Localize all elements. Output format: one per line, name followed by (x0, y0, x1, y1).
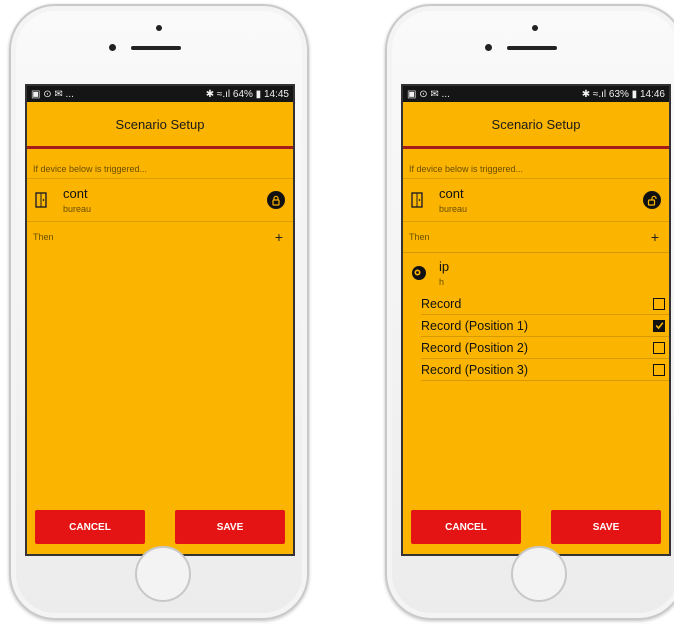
lock-open-icon[interactable] (643, 191, 661, 209)
record-option-label: Record (421, 296, 462, 311)
app: Scenario Setup If device below is trigge… (27, 102, 293, 554)
phone-left: ▣ ⊙ ✉ ... ✱ ≈.ıl 64% ▮ 14:45 Scenario Se… (9, 4, 309, 620)
then-row: Then + (403, 222, 669, 252)
page-title: Scenario Setup (491, 116, 581, 132)
screen: ▣ ⊙ ✉ ... ✱ ≈.ıl 64% ▮ 14:45 Scenario Se… (25, 84, 295, 556)
footer-buttons: CANCEL SAVE (35, 510, 285, 544)
add-action-icon[interactable]: + (275, 229, 283, 245)
screen: ▣ ⊙ ✉ ... ✱ ≈.ıl 63% ▮ 14:46 Scenario Se… (401, 84, 671, 556)
front-camera (156, 25, 162, 31)
record-option-checkbox[interactable] (653, 363, 665, 376)
action-device-row[interactable]: ip h (403, 252, 669, 293)
trigger-device-row[interactable]: cont bureau (27, 178, 293, 222)
app-header: Scenario Setup (27, 102, 293, 149)
door-icon (35, 192, 47, 208)
then-label: Then (409, 232, 430, 242)
door-icon (411, 192, 423, 208)
app-header: Scenario Setup (403, 102, 669, 149)
speaker-grille (507, 46, 557, 50)
camera-eye-icon (412, 266, 426, 280)
action-device-name: ip (439, 259, 450, 274)
status-bar: ▣ ⊙ ✉ ... ✱ ≈.ıl 63% ▮ 14:46 (403, 86, 669, 102)
page-title: Scenario Setup (115, 116, 205, 132)
then-label: Then (33, 232, 54, 242)
status-right: ✱ ≈.ıl 64% ▮ 14:45 (205, 88, 289, 100)
trigger-hint: If device below is triggered... (33, 164, 148, 174)
trigger-device-row[interactable]: cont bureau (403, 178, 669, 222)
record-option-label: Record (Position 1) (421, 318, 528, 333)
device-name: cont (63, 186, 88, 201)
status-right: ✱ ≈.ıl 63% ▮ 14:46 (581, 88, 665, 100)
add-action-icon[interactable]: + (651, 229, 659, 245)
cancel-button[interactable]: CANCEL (35, 510, 145, 544)
cancel-button[interactable]: CANCEL (411, 510, 521, 544)
record-option-checkbox[interactable] (653, 319, 665, 332)
then-row: Then + (27, 222, 293, 252)
record-option-row[interactable]: Record (421, 293, 669, 315)
trigger-hint: If device below is triggered... (409, 164, 524, 174)
save-button[interactable]: SAVE (175, 510, 285, 544)
device-room: bureau (63, 204, 92, 214)
home-button[interactable] (511, 546, 567, 602)
record-option-row[interactable]: Record (Position 1) (421, 315, 669, 337)
record-option-label: Record (Position 3) (421, 362, 528, 377)
record-option-checkbox[interactable] (653, 341, 665, 354)
check-icon (655, 322, 663, 330)
status-left-icons: ▣ ⊙ ✉ ... (407, 88, 450, 100)
save-button[interactable]: SAVE (551, 510, 661, 544)
record-option-row[interactable]: Record (Position 2) (421, 337, 669, 359)
front-sensor (109, 44, 116, 51)
device-name: cont (439, 186, 464, 201)
phone-right: ▣ ⊙ ✉ ... ✱ ≈.ıl 63% ▮ 14:46 Scenario Se… (385, 4, 674, 620)
record-option-label: Record (Position 2) (421, 340, 528, 355)
record-option-row[interactable]: Record (Position 3) (421, 359, 669, 381)
front-sensor (485, 44, 492, 51)
status-bar: ▣ ⊙ ✉ ... ✱ ≈.ıl 64% ▮ 14:45 (27, 86, 293, 102)
front-camera (532, 25, 538, 31)
footer-buttons: CANCEL SAVE (411, 510, 661, 544)
home-button[interactable] (135, 546, 191, 602)
lock-closed-icon[interactable] (267, 191, 285, 209)
record-options-list: Record Record (Position 1) Record (Positio… (403, 293, 669, 381)
record-option-checkbox[interactable] (653, 297, 665, 310)
status-left-icons: ▣ ⊙ ✉ ... (31, 88, 74, 100)
action-device-sub: h (439, 277, 445, 287)
device-room: bureau (439, 204, 468, 214)
app: Scenario Setup If device below is trigge… (403, 102, 669, 554)
speaker-grille (131, 46, 181, 50)
